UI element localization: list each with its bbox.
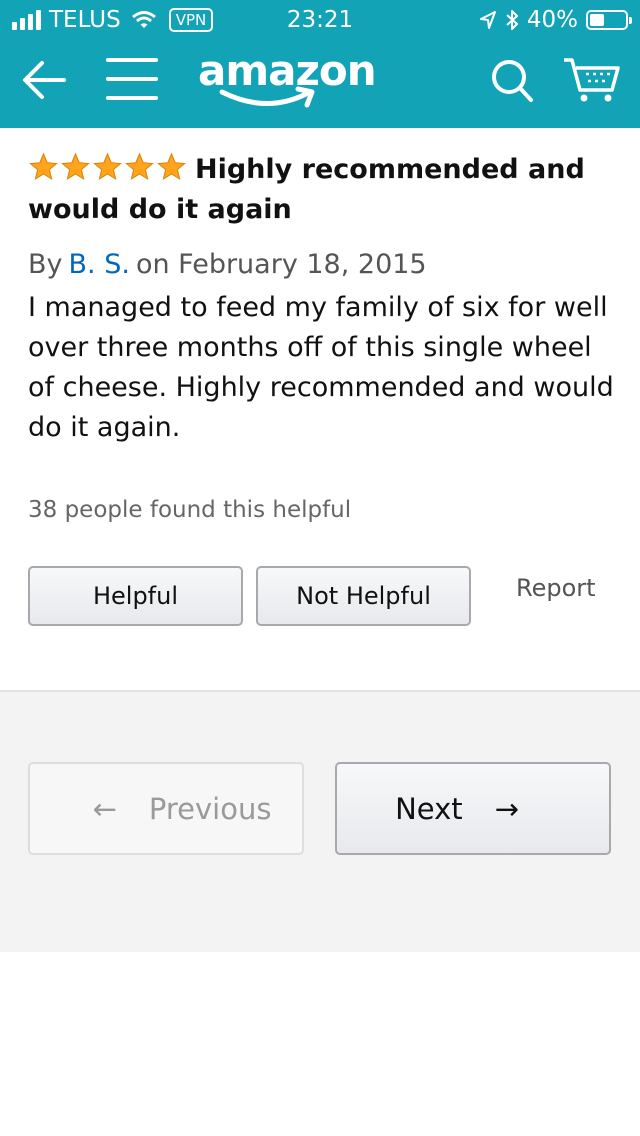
review-title-line2: would do it again bbox=[28, 194, 292, 225]
amazon-logo[interactable]: amazon bbox=[198, 46, 377, 112]
previous-button[interactable]: ← Previous bbox=[28, 762, 304, 855]
next-label: Next bbox=[395, 791, 463, 826]
search-icon[interactable] bbox=[490, 58, 534, 104]
location-icon bbox=[479, 11, 496, 29]
pagination-area: ← Previous Next → bbox=[0, 690, 640, 952]
not-helpful-button[interactable]: Not Helpful bbox=[256, 566, 471, 626]
review-title: Highly recommended and bbox=[28, 150, 618, 190]
star-icon bbox=[29, 152, 58, 181]
status-bar: TELUS VPN 23:21 40% bbox=[0, 0, 640, 40]
star-icon bbox=[125, 152, 154, 181]
review-byline: By B. S. on February 18, 2015 bbox=[28, 246, 618, 284]
author-link[interactable]: B. S. bbox=[69, 249, 130, 280]
right-arrow-icon: → bbox=[494, 791, 519, 826]
report-link[interactable]: Report bbox=[516, 574, 596, 602]
previous-label: Previous bbox=[148, 791, 272, 826]
review-body: I managed to feed my family of six for w… bbox=[28, 292, 614, 443]
review-date: on February 18, 2015 bbox=[135, 249, 427, 280]
star-icon bbox=[61, 152, 90, 181]
logo-smile-icon bbox=[219, 86, 315, 108]
by-label: By bbox=[28, 249, 63, 280]
battery-tip bbox=[629, 17, 632, 24]
review-card: Highly recommended and would do it again… bbox=[28, 150, 618, 448]
menu-icon[interactable] bbox=[106, 56, 158, 102]
app-header: TELUS VPN 23:21 40% amazon bbox=[0, 0, 640, 128]
battery-fill bbox=[590, 14, 604, 26]
review-title-line1: Highly recommended and bbox=[195, 154, 585, 185]
battery-percent: 40% bbox=[526, 7, 578, 33]
left-arrow-icon: ← bbox=[92, 791, 117, 826]
star-rating bbox=[28, 152, 187, 182]
navigation-bar: amazon bbox=[0, 40, 640, 128]
star-icon bbox=[93, 152, 122, 181]
star-icon bbox=[157, 152, 186, 181]
status-right: 40% bbox=[479, 7, 632, 33]
back-arrow-icon[interactable] bbox=[20, 56, 68, 104]
battery-icon bbox=[586, 10, 632, 30]
helpful-button[interactable]: Helpful bbox=[28, 566, 243, 626]
cart-icon[interactable] bbox=[562, 56, 622, 104]
next-button[interactable]: Next → bbox=[335, 762, 611, 855]
bluetooth-icon bbox=[506, 10, 518, 30]
helpful-count: 38 people found this helpful bbox=[28, 497, 352, 523]
